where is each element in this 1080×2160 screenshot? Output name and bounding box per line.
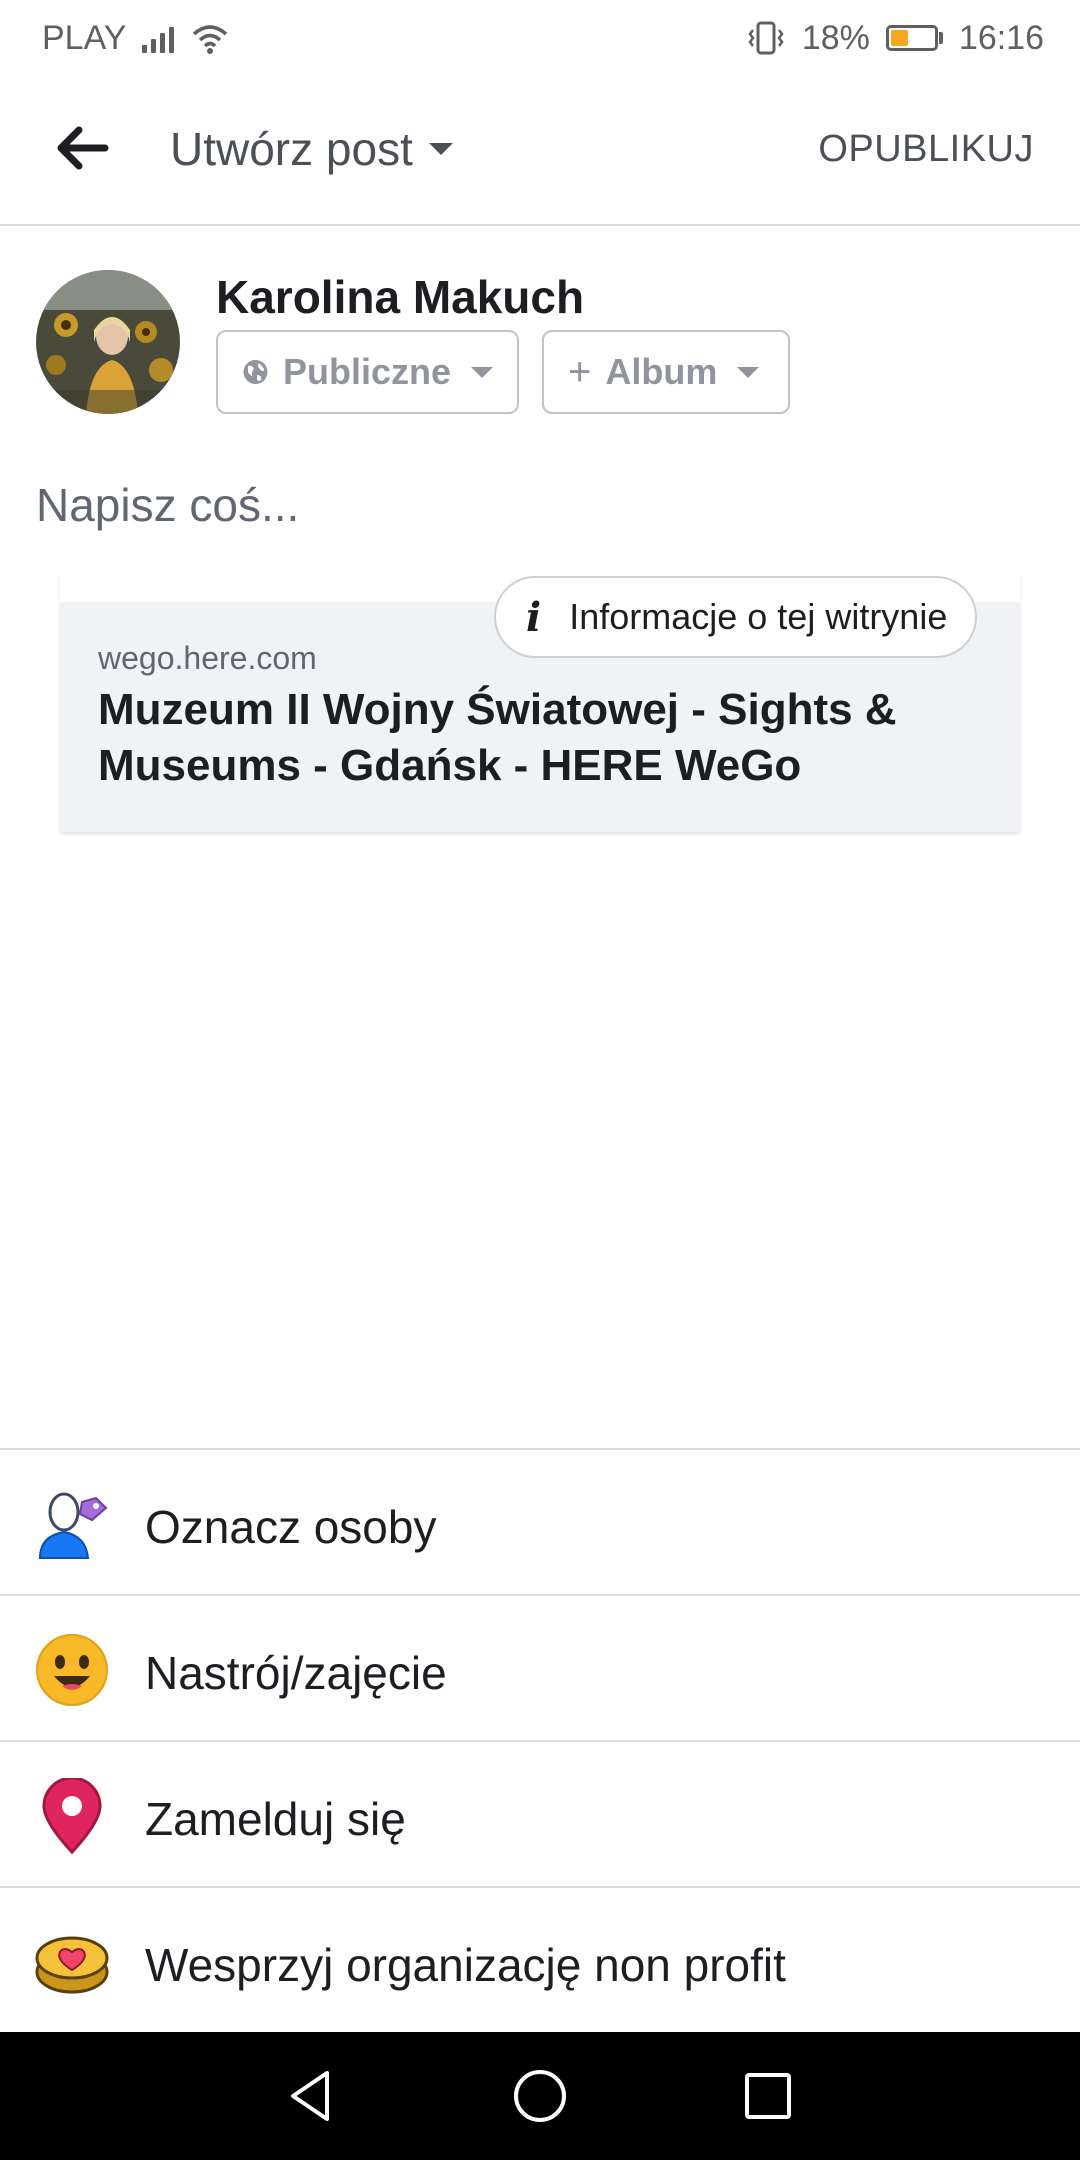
publish-button[interactable]: OPUBLIKUJ: [818, 128, 1034, 171]
link-preview-card[interactable]: i Informacje o tej witrynie wego.here.co…: [60, 574, 1020, 832]
chevron-down-icon: [737, 366, 760, 378]
avatar[interactable]: [36, 270, 180, 414]
action-tag-people[interactable]: Oznacz osoby: [0, 1448, 1080, 1594]
post-actions-list: Oznacz osoby Nastrój/zajęcie Zamelduj si…: [0, 1448, 1080, 2032]
back-button[interactable]: [52, 118, 112, 178]
signal-icon: [142, 23, 175, 53]
battery-percent: 18%: [801, 18, 870, 57]
triangle-back-icon: [291, 2071, 329, 2121]
charity-coin-icon: [35, 1936, 109, 1994]
tag-people-icon: [38, 1492, 108, 1559]
action-label: Oznacz osoby: [145, 1501, 437, 1553]
action-check-in[interactable]: Zamelduj się: [0, 1740, 1080, 1886]
nav-home-button[interactable]: [508, 2064, 572, 2128]
post-type-selector[interactable]: Utwórz post: [170, 122, 453, 176]
post-text-input[interactable]: Napisz coś...: [36, 478, 299, 532]
action-support-nonprofit[interactable]: Wesprzyj organizację non profit: [0, 1886, 1080, 2032]
chevron-down-icon: [471, 366, 493, 378]
status-bar: PLAY 18% 16:16: [0, 0, 1080, 76]
globe-icon: [243, 360, 268, 384]
action-label: Wesprzyj organizację non profit: [145, 1939, 786, 1991]
action-feeling[interactable]: Nastrój/zajęcie: [0, 1594, 1080, 1740]
plus-icon: +: [568, 349, 592, 394]
privacy-selector[interactable]: Publiczne: [216, 330, 519, 414]
clock: 16:16: [958, 18, 1044, 57]
app-bar: Utwórz post OPUBLIKUJ: [0, 76, 1080, 226]
site-info-button[interactable]: i Informacje o tej witrynie: [494, 576, 978, 658]
info-icon: i: [526, 593, 542, 641]
battery-saver-icon: [885, 25, 943, 51]
album-selector[interactable]: + Album: [542, 330, 790, 414]
location-pin-icon: [42, 1778, 102, 1854]
link-title: Muzeum II Wojny Światowej - Sights & Mus…: [98, 685, 897, 790]
author-name[interactable]: Karolina Makuch: [216, 270, 584, 324]
square-recents-icon: [745, 2073, 791, 2119]
album-label: Album: [605, 351, 718, 392]
smiley-icon: [36, 1634, 108, 1706]
page-title: Utwórz post: [170, 123, 413, 175]
action-label: Nastrój/zajęcie: [145, 1647, 447, 1699]
nav-back-button[interactable]: [278, 2064, 342, 2128]
action-label: Zamelduj się: [145, 1793, 406, 1845]
carrier-name: PLAY: [42, 18, 127, 57]
nav-recents-button[interactable]: [736, 2064, 800, 2128]
wifi-icon: [193, 25, 228, 54]
arrow-left-icon: [57, 126, 109, 170]
chevron-down-icon: [428, 143, 453, 155]
status-left: PLAY: [42, 19, 230, 58]
link-domain: wego.here.com: [98, 640, 317, 676]
privacy-label: Publiczne: [282, 351, 451, 392]
circle-home-icon: [514, 2070, 566, 2122]
vibrate-icon: [748, 21, 784, 55]
status-right: 18% 16:16: [746, 19, 1044, 58]
site-info-label: Informacje o tej witrynie: [569, 596, 948, 637]
system-nav-bar: [0, 2032, 1080, 2160]
